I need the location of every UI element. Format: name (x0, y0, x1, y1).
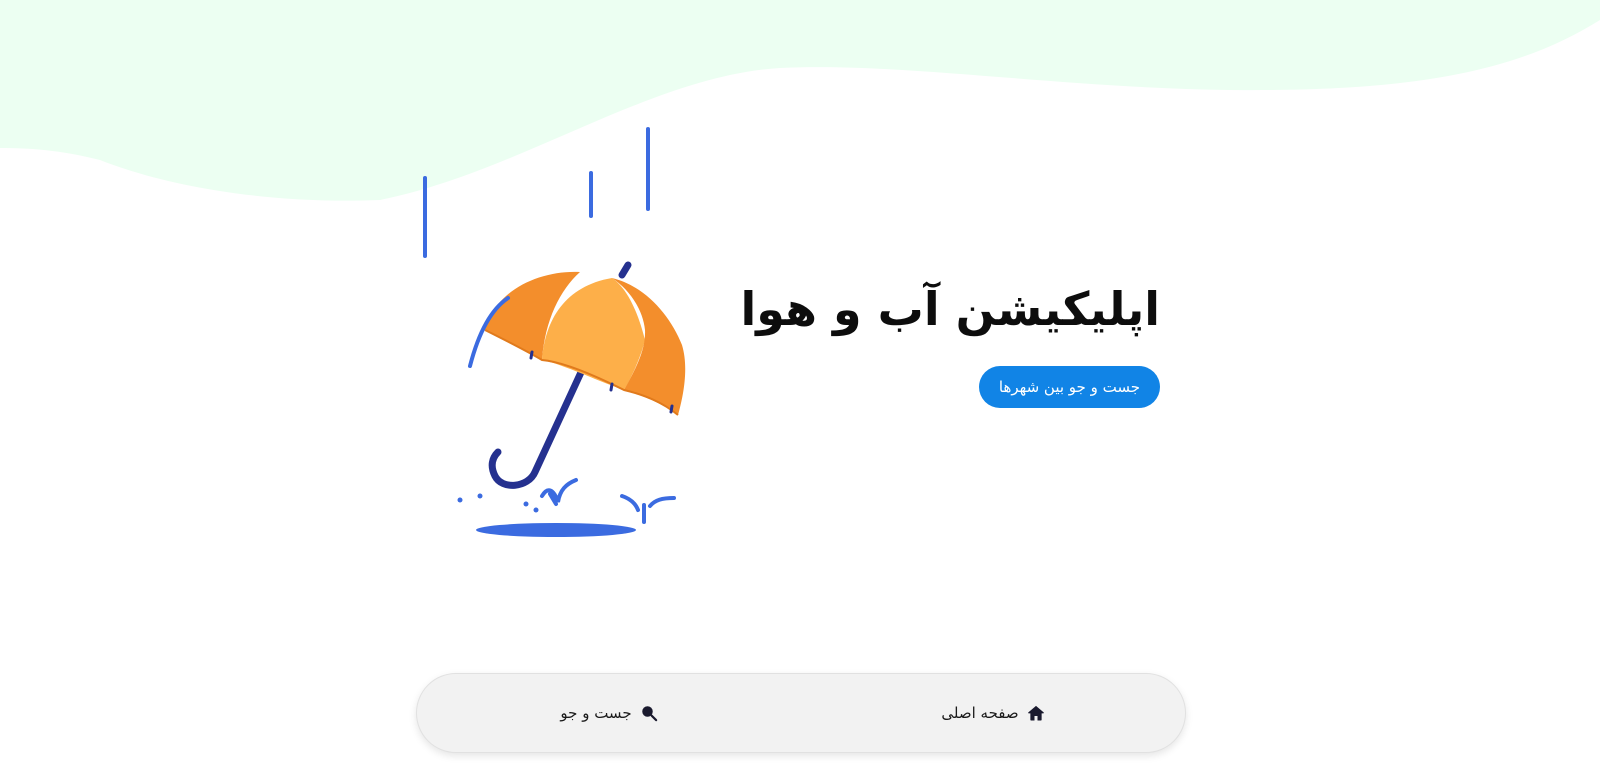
search-icon (641, 706, 657, 722)
search-cities-button[interactable]: جست و جو بین شهرها (978, 365, 1160, 408)
nav-item-label: صفحه اصلی (941, 704, 1019, 722)
page-title: اپلیکیشن آب و هوا (740, 282, 1160, 336)
nav-item-label: جست و جو (560, 704, 632, 722)
rain-drop (589, 171, 593, 218)
bottom-nav: صفحه اصلی جست و جو (416, 673, 1186, 753)
nav-item-home[interactable]: صفحه اصلی (801, 674, 1185, 752)
rain-drop (646, 127, 650, 211)
hero-section: اپلیکیشن آب و هوا جست و جو بین شهرها (700, 280, 1160, 408)
umbrella-illustration (457, 261, 686, 537)
rain-drop (423, 176, 427, 258)
home-icon (1027, 705, 1044, 721)
nav-item-search[interactable]: جست و جو (417, 674, 801, 752)
wave-background (0, 0, 1600, 201)
